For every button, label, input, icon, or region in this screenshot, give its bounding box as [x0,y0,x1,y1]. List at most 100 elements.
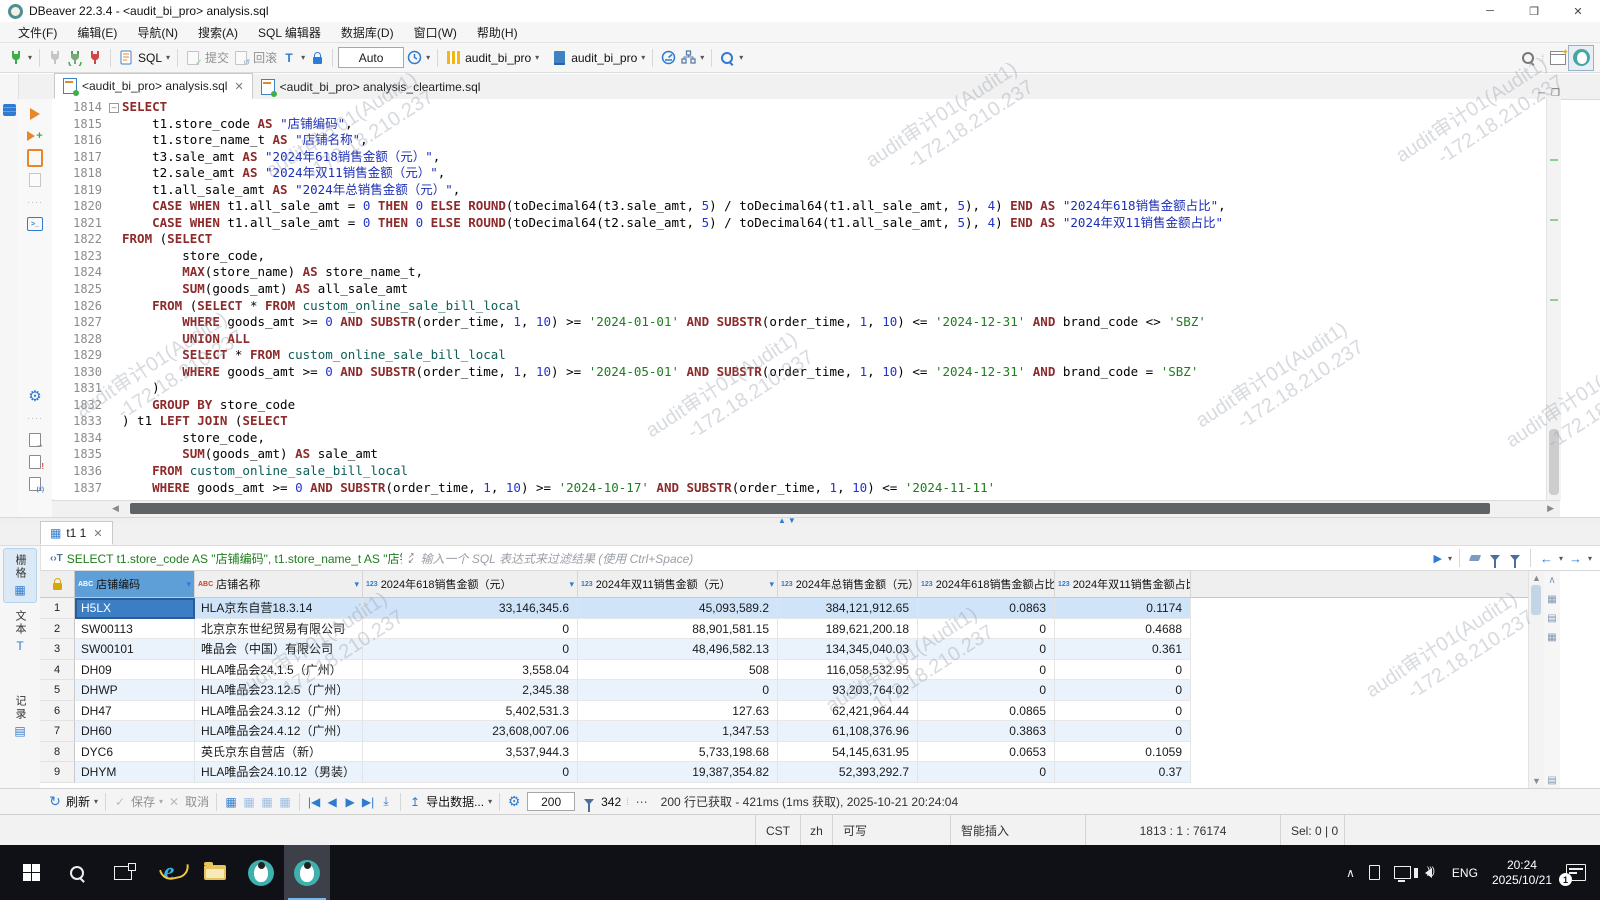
menu-database[interactable]: 数据库(D) [333,22,402,43]
menu-help[interactable]: 帮助(H) [469,22,526,43]
table-cell[interactable]: 0 [1055,701,1191,722]
transaction-mode-icon[interactable]: T [279,47,299,69]
grid-settings-gear-icon[interactable]: ⚙ [505,793,523,811]
refresh-icon[interactable]: ↻ [46,793,64,811]
results-data-grid[interactable]: ABC店铺编码▾ABC店铺名称▾1232024年618销售金额（元）▾12320… [40,571,1528,788]
column-header[interactable]: 1232024年618销售金额占比▾ [918,571,1055,597]
code-line[interactable]: 1827 WHERE goods_amt >= 0 AND SUBSTR(ord… [52,314,1546,331]
table-cell[interactable]: HLA京东自营18.3.14 [195,598,363,619]
column-filter-caret-icon[interactable]: ▾ [569,579,574,590]
execute-script-icon[interactable] [18,147,52,169]
refresh-caret[interactable]: ▾ [94,797,98,806]
database-selector[interactable]: audit_bi_pro [571,51,637,65]
code-line[interactable]: 1825 SUM(goods_amt) AS all_sale_amt [52,281,1546,298]
volume-icon[interactable] [1425,868,1432,878]
table-cell[interactable]: 23,608,007.06 [363,721,578,742]
filter-history-caret[interactable]: ▾ [1448,554,1452,563]
row-number[interactable]: 7 [40,721,75,742]
table-cell[interactable]: HLA唯品会24.10.12（男装） [195,762,363,783]
rollback-label[interactable]: 回滚 [253,49,277,66]
task-view-icon[interactable] [100,845,146,900]
table-cell[interactable]: 54,145,631.95 [778,742,918,763]
table-cell[interactable]: 北京京东世纪贸易有限公司 [195,619,363,640]
view-grid[interactable]: 栅格 ▦ [3,548,37,603]
menu-sql-editor[interactable]: SQL 编辑器 [250,22,329,43]
table-cell[interactable]: 唯品会（中国）有限公司 [195,639,363,660]
tray-language[interactable]: ENG [1452,866,1478,880]
scrollbar-thumb[interactable] [1549,429,1559,495]
column-header[interactable]: 1232024年总销售金额（元）▾ [778,571,918,597]
table-cell[interactable]: DHWP [75,680,195,701]
save-icon[interactable]: ✓ [111,793,129,811]
history-back-icon[interactable]: ← [1540,551,1553,566]
results-tab-t1[interactable]: ▦ t1 1 ✕ [40,521,113,545]
minimize-button[interactable]: ─ [1468,0,1512,22]
code-line[interactable]: 1817 t3.sale_amt AS "2024年618销售金额（元）", [52,149,1546,166]
menu-window[interactable]: 窗口(W) [406,22,465,43]
table-cell[interactable]: 93,203,764.02 [778,680,918,701]
value-panel-icon[interactable]: ▦ [1547,594,1556,605]
table-cell[interactable]: DH47 [75,701,195,722]
edit-filter-icon[interactable] [1490,555,1500,561]
tab-analysis-cleartime-sql[interactable]: <audit_bi_pro> analysis_cleartime.sql [253,75,489,99]
table-cell[interactable]: 62,421,964.44 [778,701,918,722]
table-cell[interactable]: 0.0865 [918,701,1055,722]
apply-filter-icon[interactable]: ▶ [1433,552,1441,565]
code-line[interactable]: 1820 CASE WHEN t1.all_sale_amt = 0 THEN … [52,198,1546,215]
first-page-icon[interactable]: |◀ [305,793,323,811]
table-cell[interactable]: 189,621,200.18 [778,619,918,640]
menu-edit[interactable]: 编辑(E) [69,22,125,43]
table-cell[interactable]: 0 [1055,721,1191,742]
table-row[interactable]: 9DHYMHLA唯品会24.10.12（男装）019,387,354.8252,… [40,762,1528,783]
results-tab-close-icon[interactable]: ✕ [93,527,102,540]
table-cell[interactable]: 0 [1055,680,1191,701]
row-number[interactable]: 9 [40,762,75,783]
code-line[interactable]: 1822FROM (SELECT [52,231,1546,248]
history-back-caret[interactable]: ▾ [1559,554,1563,563]
table-cell[interactable]: DH60 [75,721,195,742]
code-line[interactable]: 1821 CASE WHEN t1.all_sale_amt = 0 THEN … [52,215,1546,232]
file-problem-icon[interactable]: ! [18,451,52,473]
scroll-right-icon[interactable]: ▶ [1547,503,1554,514]
history-forward-icon[interactable]: → [1569,551,1582,566]
table-row[interactable]: 6DH47HLA唯品会24.3.12（广州）5,402,531.3127.636… [40,701,1528,722]
column-header[interactable]: ABC店铺编码▾ [75,571,195,597]
column-filter-caret-icon[interactable]: ▾ [769,579,774,590]
user-profile-button[interactable] [1568,45,1594,71]
table-cell[interactable]: 88,901,581.15 [578,619,778,640]
code-line[interactable]: 1829 SELECT * FROM custom_online_sale_bi… [52,347,1546,364]
table-row[interactable]: 4DH09HLA唯品会24.1.5（广州）3,558.04508116,058,… [40,660,1528,681]
network-share-icon[interactable] [678,47,698,69]
table-cell[interactable]: HLA唯品会24.1.5（广州） [195,660,363,681]
table-cell[interactable]: 英氏京东自营店（新） [195,742,363,763]
rollback-icon[interactable]: ↺ [231,47,251,69]
grid-vertical-scrollbar[interactable]: ▲ ▼ [1528,571,1544,788]
disconnect-icon[interactable] [85,47,105,69]
code-line[interactable]: 1832 GROUP BY store_code [52,397,1546,414]
code-line[interactable]: 1833) t1 LEFT JOIN (SELECT [52,413,1546,430]
column-header[interactable]: 1232024年双11销售金额占比▾ [1055,571,1191,597]
execute-new-tab-icon[interactable]: + [18,125,52,147]
cancel-label[interactable]: 取消 [185,793,209,810]
table-cell[interactable]: 2,345.38 [363,680,578,701]
row-filter-icon[interactable] [584,799,594,805]
explain-plan-icon[interactable] [18,169,52,191]
connect-icon[interactable] [45,47,65,69]
start-button[interactable] [8,845,54,900]
transaction-log-caret[interactable]: ▾ [426,53,430,62]
row-number[interactable]: 5 [40,680,75,701]
row-number-header[interactable] [40,571,75,597]
clear-filter-icon[interactable] [1469,555,1481,561]
prev-page-icon[interactable]: ◀ [323,793,341,811]
usb-icon[interactable] [1369,865,1380,880]
table-cell[interactable]: 134,345,040.03 [778,639,918,660]
cancel-icon[interactable]: ✕ [165,793,183,811]
metadata-panel-icon[interactable]: ▤ [1547,613,1556,624]
table-cell[interactable]: 0 [1055,660,1191,681]
commit-mode-combo[interactable]: Auto [338,47,404,68]
tab-close-icon[interactable]: ✕ [234,80,243,93]
lock-icon[interactable] [307,47,327,69]
taskbar-dbeaver-icon[interactable] [238,845,284,900]
export-data-label[interactable]: 导出数据... [426,793,484,810]
collapse-panel-icon[interactable]: ∧ [1548,575,1555,586]
